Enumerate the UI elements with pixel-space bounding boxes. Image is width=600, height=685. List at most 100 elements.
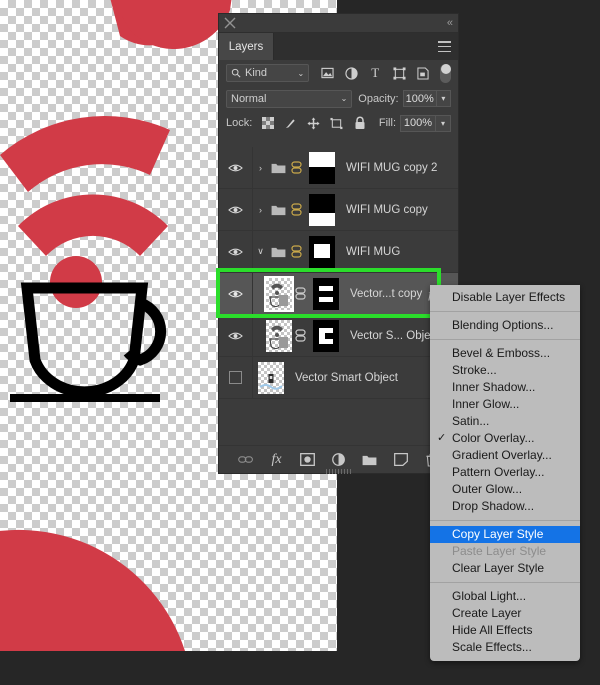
panel-menu-icon[interactable] — [438, 41, 451, 52]
menu-separator — [430, 339, 580, 340]
menu-item[interactable]: Create Layer — [430, 605, 580, 622]
layer-effects-context-menu[interactable]: Disable Layer Effects Blending Options...… — [430, 285, 580, 661]
link-icon[interactable] — [288, 203, 304, 216]
eye-icon — [228, 206, 243, 213]
lock-image-pixels-icon[interactable] — [279, 113, 302, 133]
menu-item[interactable]: Scale Effects... — [430, 639, 580, 656]
link-icon[interactable] — [292, 287, 308, 300]
layer-mask-thumbnail[interactable] — [313, 319, 339, 352]
group-disclosure-icon[interactable]: ∨ — [253, 246, 268, 257]
menu-item[interactable]: Bevel & Emboss... — [430, 345, 580, 362]
table-row[interactable]: Vector...t copy fx — [219, 273, 458, 315]
menu-item: Paste Layer Style — [430, 543, 580, 560]
new-layer-icon[interactable] — [393, 451, 409, 469]
menu-item-label: Bevel & Emboss... — [452, 346, 551, 360]
fill-input[interactable]: 100% — [400, 114, 436, 132]
checkmark-icon: ✓ — [437, 432, 447, 444]
lock-transparent-pixels-icon[interactable] — [256, 113, 279, 133]
layer-name: Vector S... Object — [350, 329, 440, 342]
menu-item[interactable]: Hide All Effects — [430, 622, 580, 639]
tab-layers-label: Layers — [228, 40, 264, 53]
layer-mask-thumbnail[interactable] — [309, 193, 335, 226]
filter-shape-icon[interactable] — [387, 62, 411, 84]
filter-adjustment-icon[interactable] — [339, 62, 363, 84]
layer-thumbnail[interactable] — [266, 277, 292, 310]
menu-item[interactable]: Inner Glow... — [430, 396, 580, 413]
blend-mode-select[interactable]: Normal ⌄ — [226, 89, 353, 108]
new-group-icon[interactable] — [362, 451, 378, 469]
link-layers-icon[interactable] — [237, 451, 254, 469]
add-layer-mask-icon[interactable] — [300, 451, 316, 469]
layer-visibility-toggle[interactable] — [219, 189, 253, 230]
menu-item[interactable]: Blending Options... — [430, 317, 580, 334]
menu-item[interactable]: Copy Layer Style — [430, 526, 580, 543]
table-row[interactable]: Vector Smart Object — [219, 357, 458, 399]
menu-item-label: Scale Effects... — [452, 640, 532, 654]
filter-pixel-icon[interactable] — [315, 62, 339, 84]
menu-item[interactable]: Inner Shadow... — [430, 379, 580, 396]
table-row[interactable]: › WIFI MUG copy — [219, 189, 458, 231]
layer-visibility-toggle[interactable] — [219, 231, 253, 272]
filter-type-icon[interactable]: T — [363, 62, 387, 84]
collapse-panel-icon[interactable]: « — [447, 17, 453, 29]
menu-item[interactable]: Stroke... — [430, 362, 580, 379]
table-row[interactable]: Vector S... Object — [219, 315, 458, 357]
layer-visibility-toggle[interactable] — [219, 273, 253, 314]
layer-list[interactable]: › WIFI MUG copy 2 › WIFI MUG copy ∨ WIFI… — [219, 147, 458, 417]
layer-filter-row: Kind ⌄ T — [219, 60, 458, 86]
table-row[interactable]: › WIFI MUG copy 2 — [219, 147, 458, 189]
menu-item[interactable]: Gradient Overlay... — [430, 447, 580, 464]
group-disclosure-icon[interactable]: › — [253, 163, 268, 173]
lock-artboard-nesting-icon[interactable] — [325, 113, 348, 133]
eye-icon — [228, 290, 243, 297]
menu-item[interactable]: Drop Shadow... — [430, 498, 580, 515]
menu-item[interactable]: Clear Layer Style — [430, 560, 580, 577]
menu-item-label: Stroke... — [452, 363, 497, 377]
layer-mask-thumbnail[interactable] — [313, 277, 339, 310]
link-icon[interactable] — [288, 161, 304, 174]
add-layer-style-fx-icon[interactable]: fx — [269, 451, 285, 469]
layer-thumbnail[interactable] — [266, 319, 292, 352]
menu-item[interactable]: Pattern Overlay... — [430, 464, 580, 481]
menu-item[interactable]: Satin... — [430, 413, 580, 430]
panel-titlebar: « — [219, 14, 458, 33]
layer-name: WIFI MUG copy — [346, 203, 428, 216]
filter-kind-select[interactable]: Kind ⌄ — [226, 64, 310, 82]
layer-visibility-toggle[interactable] — [219, 357, 253, 398]
layers-panel[interactable]: « Layers Kind ⌄ T Normal ⌄ Opacity: 100%… — [219, 14, 458, 474]
chevron-down-icon[interactable]: ⌄ — [298, 69, 305, 78]
layer-visibility-toggle[interactable] — [219, 147, 253, 188]
eye-icon — [228, 164, 243, 171]
filter-smart-object-icon[interactable] — [411, 62, 435, 84]
menu-item[interactable]: Disable Layer Effects — [430, 289, 580, 306]
link-icon[interactable] — [288, 245, 304, 258]
tab-layers[interactable]: Layers — [219, 33, 274, 60]
table-row[interactable]: ∨ WIFI MUG — [219, 231, 458, 273]
opacity-input[interactable]: 100% — [402, 90, 437, 107]
filter-type-buttons: T — [315, 62, 435, 84]
new-adjustment-layer-icon[interactable] — [331, 451, 347, 469]
panel-resize-grip[interactable] — [325, 469, 352, 474]
menu-item-label: Copy Layer Style — [452, 527, 544, 541]
fill-stepper[interactable]: ▾ — [436, 114, 451, 132]
menu-separator — [430, 582, 580, 583]
layer-thumbnail[interactable] — [258, 361, 284, 394]
filter-enable-toggle[interactable] — [440, 63, 451, 83]
group-disclosure-icon[interactable]: › — [253, 205, 268, 215]
chevron-down-icon[interactable]: ⌄ — [341, 94, 348, 103]
layer-mask-thumbnail[interactable] — [309, 235, 335, 268]
opacity-stepper[interactable]: ▾ — [436, 90, 451, 107]
lock-position-icon[interactable] — [302, 113, 325, 133]
menu-item[interactable]: Global Light... — [430, 588, 580, 605]
layer-visibility-toggle[interactable] — [219, 315, 253, 356]
folder-icon — [268, 246, 288, 258]
layer-mask-thumbnail[interactable] — [309, 151, 335, 184]
blend-mode-row: Normal ⌄ Opacity: 100% ▾ — [219, 86, 458, 111]
link-icon[interactable] — [292, 329, 308, 342]
menu-item[interactable]: Outer Glow... — [430, 481, 580, 498]
close-icon[interactable] — [224, 17, 236, 29]
lock-buttons — [256, 113, 371, 133]
lock-all-icon[interactable] — [348, 113, 371, 133]
menu-item-label: Gradient Overlay... — [452, 448, 552, 462]
menu-item[interactable]: ✓ Color Overlay... — [430, 430, 580, 447]
